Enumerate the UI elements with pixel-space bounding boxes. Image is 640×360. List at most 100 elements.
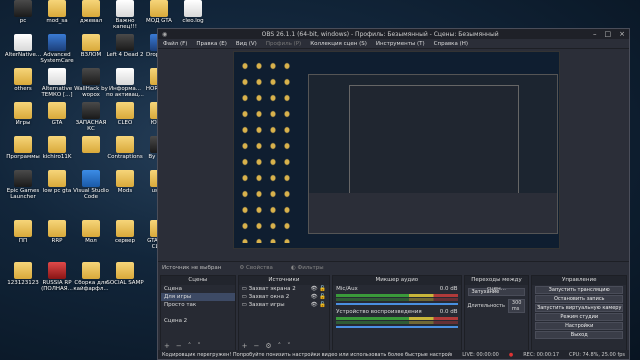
studio-mode-button[interactable]: Режим студии (535, 313, 623, 321)
source-settings-button[interactable]: ⚙ (265, 342, 271, 350)
desktop-icon[interactable]: ПП (4, 220, 42, 256)
document-icon (116, 68, 134, 85)
desktop-icon[interactable]: Alternative ТЕМКО [...] (38, 68, 76, 104)
add-source-button[interactable]: + (242, 342, 248, 350)
settings-button[interactable]: Настройки (535, 322, 623, 330)
obs-window[interactable]: ◉ OBS 26.1.1 (64-bit, windows) - Профиль… (157, 28, 630, 360)
desktop-icon-label: Advanced SystemCare (40, 52, 74, 64)
obs-titlebar[interactable]: ◉ OBS 26.1.1 (64-bit, windows) - Профиль… (158, 29, 629, 39)
desktop-icon[interactable]: сервер (106, 220, 144, 256)
desktop-icon[interactable]: Advanced SystemCare (38, 34, 76, 70)
desktop-icon[interactable]: ЗАПАСНАЯ КС (72, 102, 110, 138)
scene-item[interactable]: Просто так (161, 301, 235, 309)
desktop-icon[interactable]: others (4, 68, 42, 104)
minimize-button[interactable]: – (593, 30, 597, 38)
add-scene-button[interactable]: + (164, 342, 170, 350)
scene-down-button[interactable]: ˅ (197, 342, 201, 350)
start-virtualcam-button[interactable]: Запустить виртуальную камеру (535, 304, 623, 312)
source-item[interactable]: ▭ Захват экрана 2 👁 🔓 (239, 285, 330, 293)
window-icon: ▭ (241, 294, 247, 300)
desktop-icon[interactable]: AlterNative... (4, 34, 42, 70)
volume-slider[interactable] (336, 303, 458, 305)
duration-input[interactable]: 300 ms (507, 299, 526, 313)
document-icon (48, 68, 66, 85)
transition-select[interactable]: Затухание (467, 288, 526, 296)
scene-item[interactable]: Сцена 2 (161, 317, 235, 325)
properties-button[interactable]: ⚙ Свойства (239, 265, 273, 271)
volume-meter (336, 321, 458, 324)
sources-header: Источники (238, 276, 330, 285)
eye-icon[interactable]: 👁 (311, 302, 318, 308)
source-up-button[interactable]: ˄ (278, 342, 282, 350)
desktop-icon-label: 123123123 (7, 280, 39, 286)
transitions-dock: Переходы между сцен... Затухание Длитель… (463, 275, 530, 351)
preview-nested-obs-2 (349, 85, 519, 195)
stop-recording-button[interactable]: Остановить запись (535, 295, 623, 303)
desktop-icon[interactable]: pc (4, 0, 42, 36)
transitions-header: Переходы между сцен... (464, 276, 529, 292)
desktop-icon[interactable]: джевал (72, 0, 110, 36)
desktop-icon[interactable]: Contraptions (106, 136, 144, 172)
desktop-icon[interactable]: SOCIAL SAMP (106, 262, 144, 298)
maximize-button[interactable]: □ (605, 30, 612, 38)
start-streaming-button[interactable]: Запустить трансляцию (535, 286, 623, 294)
desktop-icon[interactable]: GTA (38, 102, 76, 138)
remove-source-button[interactable]: − (254, 342, 260, 350)
close-button[interactable]: × (619, 30, 625, 38)
desktop-icon[interactable]: CLEO (106, 102, 144, 138)
menu-file[interactable]: Файл (F) (163, 41, 187, 47)
eye-icon[interactable]: 👁 (311, 286, 318, 292)
desktop-icon[interactable] (72, 136, 110, 172)
filters-button[interactable]: ◐ Фильтры (291, 265, 324, 271)
lock-icon[interactable]: 🔓 (319, 294, 326, 300)
volume-slider[interactable] (336, 326, 458, 328)
desktop-icon-label: Alternative ТЕМКО [...] (41, 86, 73, 98)
desktop-icon[interactable]: Сборка для кайфарфл... (72, 262, 110, 298)
scene-item[interactable]: Для игры (161, 293, 235, 301)
scene-up-button[interactable]: ˄ (188, 342, 192, 350)
source-label: Захват игры (248, 302, 285, 308)
desktop-icon[interactable]: Mods (106, 170, 144, 206)
desktop-icon[interactable]: mod_sa (38, 0, 76, 36)
menu-edit[interactable]: Правка (E) (196, 41, 226, 47)
desktop-icon[interactable]: RUSSIA RP (ПОЛНАЯ... (38, 262, 76, 298)
sources-dock: Источники ▭ Захват экрана 2 👁 🔓 ▭ Захват… (237, 275, 331, 351)
app-icon (116, 34, 134, 51)
desktop-icon[interactable]: ВЗЛОМ (72, 34, 110, 70)
desktop-icon[interactable]: Программы (4, 136, 42, 172)
preview-canvas[interactable] (233, 51, 560, 249)
source-item[interactable]: ▭ Захват игры 👁 🔓 (239, 301, 330, 309)
eye-icon[interactable]: 👁 (311, 294, 318, 300)
desktop-icon[interactable]: 123123123 (4, 262, 42, 298)
remove-scene-button[interactable]: − (176, 342, 182, 350)
menu-tools[interactable]: Инструменты (T) (376, 41, 425, 47)
desktop-icon[interactable]: Epic Games Launcher (4, 170, 42, 206)
desktop-icon[interactable]: RRP (38, 220, 76, 256)
menu-scene-collection[interactable]: Коллекция сцен (S) (310, 41, 367, 47)
menu-help[interactable]: Справка (H) (434, 41, 468, 47)
lock-icon[interactable]: 🔓 (319, 286, 326, 292)
menu-view[interactable]: Вид (V) (236, 41, 257, 47)
desktop-icon-label: ПП (18, 238, 28, 244)
source-item[interactable]: ▭ Захват окна 2 👁 🔓 (239, 293, 330, 301)
desktop-icon[interactable]: kichiro11K (38, 136, 76, 172)
desktop-icon[interactable]: Мол (72, 220, 110, 256)
desktop-icon[interactable]: Информа... по активац... (106, 68, 144, 104)
source-down-button[interactable]: ˅ (287, 342, 291, 350)
exit-button[interactable]: Выход (535, 331, 623, 339)
desktop-icon[interactable]: Visual Studio Code (72, 170, 110, 206)
scene-item[interactable]: Сцена (161, 285, 235, 293)
desktop-icon[interactable]: Left 4 Dead 2 (106, 34, 144, 70)
desktop-icon[interactable]: Игры (4, 102, 42, 138)
desktop-icon-label: RUSSIA RP (ПОЛНАЯ... (41, 280, 73, 292)
desktop-icon-label: GTA (51, 120, 63, 126)
channel-db: 0.0 dB (439, 286, 458, 292)
desktop-icon[interactable]: Важно капец!!! (106, 0, 144, 36)
docks: Сцены Сцена Для игры Просто так Сцена 2 … (158, 275, 629, 351)
lock-icon[interactable]: 🔓 (319, 302, 326, 308)
desktop-icon[interactable]: WallHack by wopox (72, 68, 110, 104)
folder-icon (82, 136, 100, 153)
scene-item[interactable] (161, 309, 235, 317)
menu-profile[interactable]: Профиль (P) (266, 41, 301, 47)
desktop-icon[interactable]: low pc gta (38, 170, 76, 206)
